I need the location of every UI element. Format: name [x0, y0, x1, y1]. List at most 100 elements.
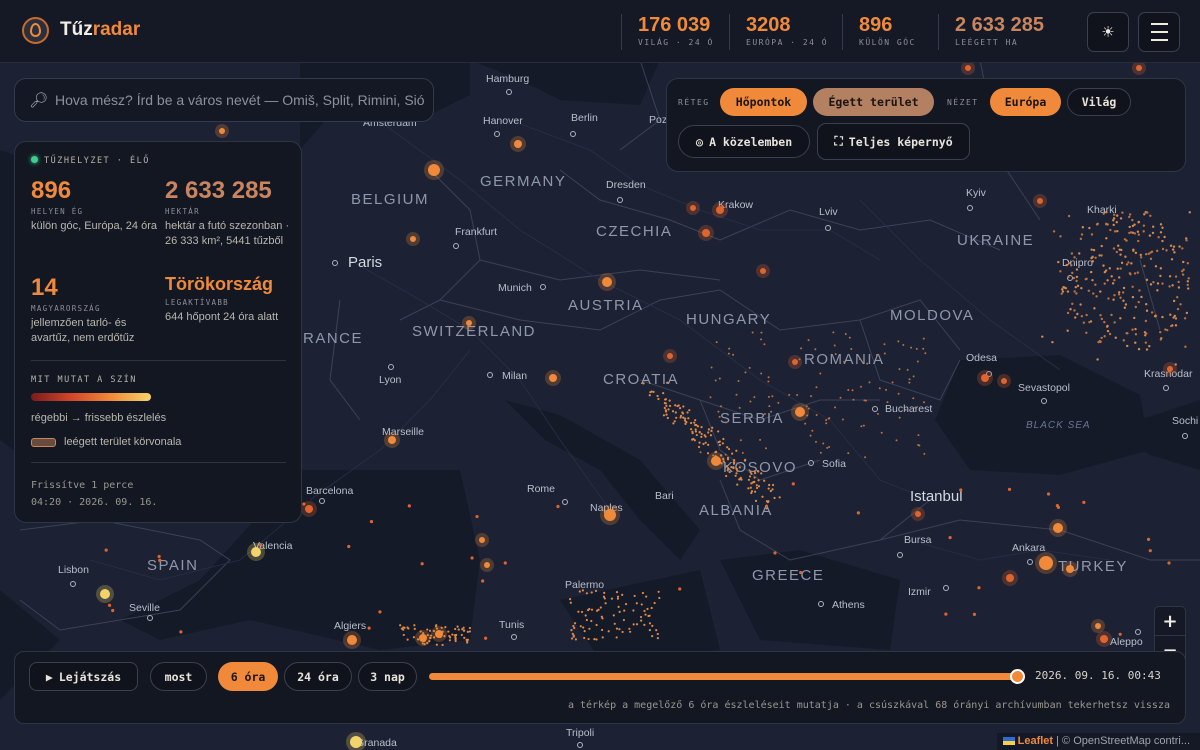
fire-hotspot	[1131, 295, 1135, 299]
fire-hotspot	[652, 390, 655, 393]
fire-hotspot	[739, 439, 742, 442]
fire-hotspot	[665, 413, 668, 416]
time-slider-handle[interactable]	[1010, 669, 1025, 684]
fire-hotspot	[1152, 281, 1155, 284]
city-label-major: Istanbul	[910, 488, 963, 505]
city-label: Kyiv	[966, 187, 987, 199]
fire-hotspot	[1182, 260, 1185, 264]
fire-hotspot	[648, 614, 651, 617]
fire-hotspot	[648, 394, 651, 397]
search-input[interactable]	[55, 79, 431, 121]
view-world-toggle[interactable]: Világ	[1067, 88, 1131, 116]
fire-hotspot	[666, 381, 669, 384]
country-label: HUNGARY	[686, 311, 771, 328]
now-button[interactable]: most	[150, 662, 207, 691]
fire-hotspot	[1041, 335, 1044, 338]
fire-hotspot	[1110, 275, 1113, 278]
fire-hotspot	[750, 472, 753, 475]
leaflet-link[interactable]: Leaflet	[1018, 735, 1053, 747]
fire-hotspot	[1155, 249, 1159, 253]
fire-hotspot	[753, 476, 756, 479]
fire-hotspot	[413, 624, 416, 627]
range-6h-button[interactable]: 6 óra	[218, 662, 278, 691]
fire-hotspot	[1112, 219, 1115, 222]
range-3d-button[interactable]: 3 nap	[358, 662, 417, 691]
fire-hotspot	[1154, 315, 1157, 318]
fire-hotspot	[757, 485, 761, 488]
menu-button[interactable]	[1138, 12, 1180, 52]
layer-hotspots-toggle[interactable]: Hőpontok	[720, 88, 807, 116]
fire-hotspot	[580, 610, 584, 614]
metric-burning: 896 HELYEN ÉG külön góc, Európa, 24 óra	[31, 177, 157, 233]
fire-hotspot	[624, 602, 628, 606]
fire-hotspot	[1131, 328, 1134, 331]
sea-label: BLACK SEA	[1026, 420, 1091, 431]
metric-most-active: Törökország LEGAKTÍVABB 644 hőpont 24 ór…	[165, 274, 279, 323]
fire-hotspot	[764, 447, 767, 450]
fire-hotspot	[466, 630, 469, 633]
fire-hotspot	[694, 428, 697, 431]
fire-hotspot	[1185, 311, 1189, 315]
nearby-button[interactable]: ◎ A közelemben	[678, 125, 810, 158]
fire-hotspot	[1145, 278, 1149, 282]
fire-hotspot	[897, 392, 900, 395]
fire-hotspot	[475, 514, 479, 519]
fire-hotspot	[1181, 273, 1185, 276]
fire-hotspot	[1176, 307, 1180, 311]
legend-gradient-text: régebbi → frissebb észlelés	[31, 412, 167, 424]
fire-hotspot	[1171, 284, 1174, 287]
fire-hotspot	[1113, 321, 1116, 324]
country-label: AUSTRIA	[568, 297, 644, 314]
fire-hotspot	[601, 617, 604, 620]
zoom-in-button[interactable]: +	[1155, 607, 1185, 636]
fire-hotspot	[1154, 265, 1158, 268]
fire-hotspot	[778, 496, 781, 499]
fire-hotspot	[410, 236, 416, 242]
fire-hotspot	[859, 385, 862, 388]
fire-hotspot	[1093, 307, 1096, 310]
fire-hotspot	[852, 398, 855, 401]
fire-hotspot	[876, 412, 879, 415]
fire-hotspot	[1122, 286, 1126, 290]
fire-hotspot	[834, 406, 837, 409]
fire-hotspot	[1062, 286, 1065, 289]
fire-hotspot	[635, 602, 638, 605]
fire-hotspot	[585, 592, 588, 595]
fire-hotspot	[850, 348, 853, 351]
fire-hotspot	[1080, 233, 1084, 236]
fullscreen-button[interactable]: ⛶ Teljes képernyő	[817, 123, 970, 160]
view-europe-toggle[interactable]: Európa	[990, 88, 1061, 116]
fire-hotspot	[1106, 329, 1110, 333]
fire-hotspot	[621, 593, 624, 596]
fire-hotspot	[753, 490, 757, 493]
fire-hotspot	[689, 428, 693, 431]
range-24h-button[interactable]: 24 óra	[284, 662, 352, 691]
fire-hotspot	[258, 542, 263, 547]
city-label: Algiers	[334, 620, 366, 632]
play-button[interactable]: ▶ Lejátszás	[29, 662, 138, 691]
fire-hotspot	[1183, 317, 1187, 320]
fire-hotspot	[604, 602, 607, 605]
fire-hotspot	[719, 405, 722, 408]
stat-europe-24h: 3208 EURÓPA · 24 Ó	[729, 14, 828, 50]
sun-icon: ☀	[1101, 23, 1115, 41]
layer-burned-toggle[interactable]: Égett terület	[813, 88, 934, 116]
theme-toggle-button[interactable]: ☀	[1087, 12, 1129, 52]
fire-hotspot	[795, 407, 805, 417]
fire-hotspot	[862, 424, 865, 427]
fire-hotspot	[811, 429, 814, 432]
fire-hotspot	[773, 496, 776, 500]
fire-hotspot	[302, 502, 306, 506]
fire-hotspot	[641, 591, 645, 595]
fire-hotspot	[574, 638, 578, 641]
fire-hotspot	[819, 372, 822, 375]
fire-hotspot	[1120, 248, 1123, 252]
city-label: Izmir	[908, 586, 931, 598]
fire-hotspot	[709, 396, 712, 399]
fire-hotspot	[1149, 257, 1153, 261]
fire-hotspot	[1144, 334, 1147, 337]
city-label: Tunis	[499, 619, 524, 631]
time-slider[interactable]	[429, 669, 1025, 684]
fire-hotspot	[777, 401, 780, 404]
fire-hotspot	[1094, 256, 1097, 260]
